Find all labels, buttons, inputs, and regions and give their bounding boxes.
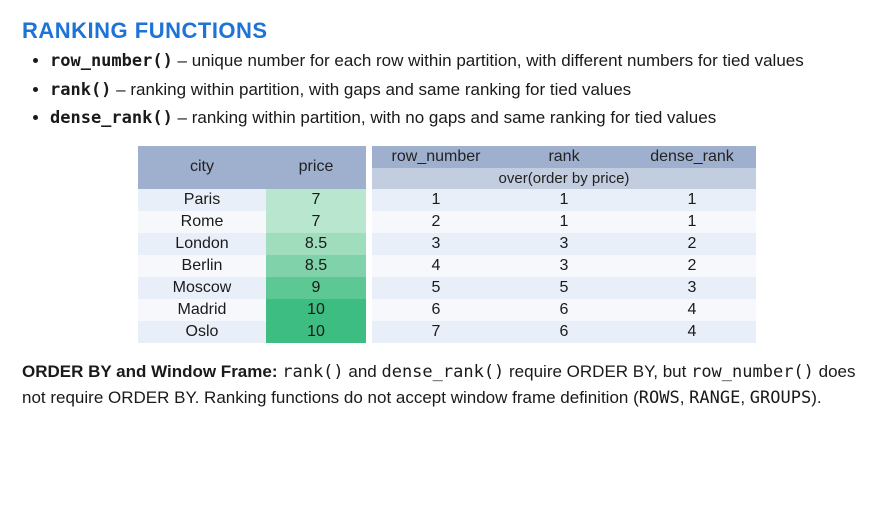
table-row: Oslo10 764 — [138, 321, 756, 343]
cell-dense-rank: 2 — [628, 233, 756, 255]
section-heading: RANKING FUNCTIONS — [22, 18, 872, 44]
table-row: London8.5332 — [138, 233, 756, 255]
cell-price: 7 — [266, 211, 366, 233]
cell-rank: 3 — [500, 255, 628, 277]
cell-dense-rank: 4 — [628, 299, 756, 321]
footnote: ORDER BY and Window Frame: rank() and de… — [22, 359, 872, 412]
note-code: GROUPS — [750, 388, 811, 408]
cell-city: Paris — [138, 189, 266, 211]
cell-price: 9 — [266, 277, 366, 299]
list-item: row_number() – unique number for each ro… — [50, 48, 872, 75]
cell-city: Rome — [138, 211, 266, 233]
table-row: Berlin8.5 432 — [138, 255, 756, 277]
cell-row-number: 1 — [372, 189, 500, 211]
cell-price: 10 — [266, 321, 366, 343]
cell-rank: 5 — [500, 277, 628, 299]
cell-dense-rank: 1 — [628, 211, 756, 233]
list-item: dense_rank() – ranking within partition,… — [50, 105, 872, 132]
cell-row-number: 6 — [372, 299, 500, 321]
table-body: Paris7111Rome7211London8.5332Berlin8.543… — [138, 189, 756, 343]
note-code: RANGE — [689, 388, 740, 408]
cell-row-number: 3 — [372, 233, 500, 255]
note-text: , — [680, 388, 689, 407]
cell-city: Moscow — [138, 277, 266, 299]
table-row: Rome7211 — [138, 211, 756, 233]
cell-row-number: 5 — [372, 277, 500, 299]
fn-desc: – ranking within partition, with no gaps… — [173, 108, 716, 127]
table-row: Moscow9553 — [138, 277, 756, 299]
cell-dense-rank: 2 — [628, 255, 756, 277]
fn-name: row_number() — [50, 51, 173, 71]
note-text: require ORDER BY, but — [504, 362, 691, 381]
cell-row-number: 4 — [372, 255, 500, 277]
cell-dense-rank: 3 — [628, 277, 756, 299]
col-dense-rank: dense_rank — [628, 146, 756, 168]
note-text: ). — [811, 388, 821, 407]
cell-rank: 3 — [500, 233, 628, 255]
cell-dense-rank: 4 — [628, 321, 756, 343]
note-lead: ORDER BY and Window Frame: — [22, 362, 282, 381]
col-row-number: row_number — [372, 146, 500, 168]
cell-row-number: 7 — [372, 321, 500, 343]
table-row: Madrid10664 — [138, 299, 756, 321]
cell-price: 10 — [266, 299, 366, 321]
cell-rank: 1 — [500, 211, 628, 233]
cell-dense-rank: 1 — [628, 189, 756, 211]
cell-row-number: 2 — [372, 211, 500, 233]
cell-city: Berlin — [138, 255, 266, 277]
col-city: city — [138, 146, 266, 189]
note-code: ROWS — [639, 388, 680, 408]
ranking-table: city price row_number rank dense_rank ov… — [138, 146, 756, 343]
cell-price: 8.5 — [266, 255, 366, 277]
note-code: dense_rank() — [381, 362, 504, 382]
col-price: price — [266, 146, 366, 189]
over-clause: over(order by price) — [372, 168, 756, 189]
fn-name: dense_rank() — [50, 108, 173, 128]
table-row: Paris7111 — [138, 189, 756, 211]
cell-price: 7 — [266, 189, 366, 211]
col-rank: rank — [500, 146, 628, 168]
note-text: , — [740, 388, 749, 407]
fn-desc: – ranking within partition, with gaps an… — [111, 80, 631, 99]
cell-city: London — [138, 233, 266, 255]
cell-rank: 6 — [500, 321, 628, 343]
note-code: rank() — [282, 362, 343, 382]
list-item: rank() – ranking within partition, with … — [50, 77, 872, 104]
note-text: and — [344, 362, 382, 381]
cell-price: 8.5 — [266, 233, 366, 255]
fn-name: rank() — [50, 80, 111, 100]
table-header-row: city price row_number rank dense_rank — [138, 146, 756, 168]
cell-rank: 6 — [500, 299, 628, 321]
function-list: row_number() – unique number for each ro… — [22, 48, 872, 132]
note-code: row_number() — [691, 362, 814, 382]
cell-city: Madrid — [138, 299, 266, 321]
cell-city: Oslo — [138, 321, 266, 343]
fn-desc: – unique number for each row within part… — [173, 51, 804, 70]
cell-rank: 1 — [500, 189, 628, 211]
